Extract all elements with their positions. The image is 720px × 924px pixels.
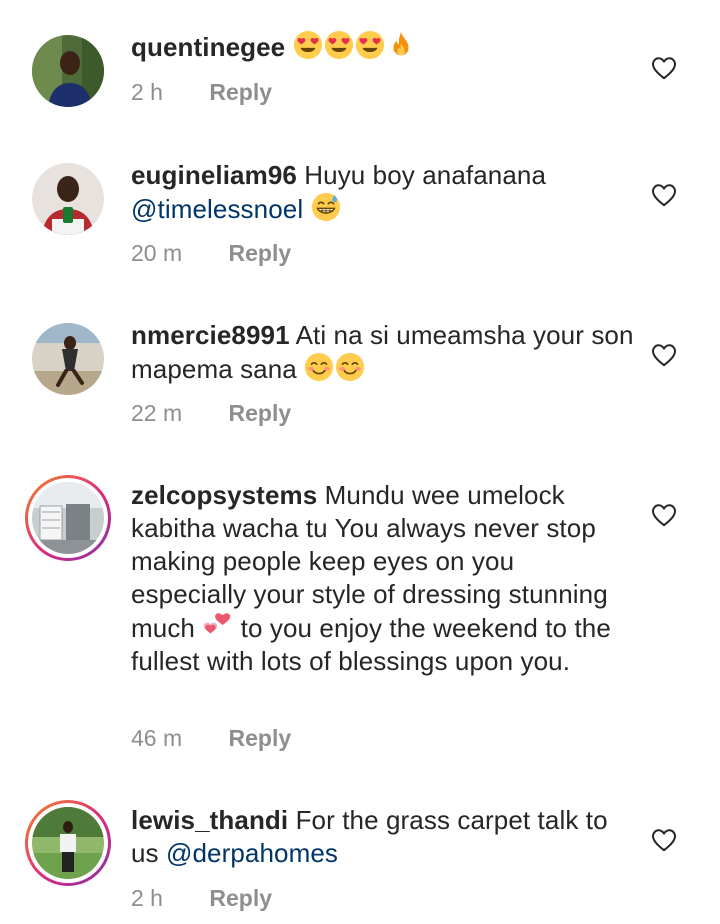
comment-username[interactable]: quentinegee xyxy=(131,32,285,62)
comment-time: 46 m xyxy=(131,725,183,751)
mention-link[interactable]: @derpahomes xyxy=(166,838,338,868)
like-heart-icon[interactable] xyxy=(651,503,677,527)
avatar-image xyxy=(32,323,104,395)
avatar[interactable] xyxy=(32,35,104,107)
comment-username[interactable]: eugineliam96 xyxy=(131,160,297,190)
comment-text: nmercie8991 Ati na si umeamsha your son … xyxy=(131,319,636,386)
comment-meta: 2 h Reply xyxy=(131,79,272,106)
avatar[interactable] xyxy=(32,323,104,395)
comment-text: eugineliam96 Huyu boy anafanana @timeles… xyxy=(131,159,636,226)
reply-button[interactable]: Reply xyxy=(209,79,272,106)
comment-body: Huyu boy anafanana xyxy=(304,160,547,190)
comment-text: quentinegee xyxy=(131,30,636,64)
comment-time: 2 h xyxy=(131,885,163,911)
avatar-image xyxy=(32,163,104,235)
comment-time: 22 m xyxy=(131,400,183,426)
comment-time: 2 h xyxy=(131,79,163,105)
avatar[interactable] xyxy=(32,163,104,235)
like-heart-icon[interactable] xyxy=(651,828,677,852)
heart-eyes-emoji-icon xyxy=(293,30,323,60)
blush-emoji-icon xyxy=(304,352,334,382)
two-hearts-emoji-icon xyxy=(202,611,232,641)
comment-time: 20 m xyxy=(131,240,183,266)
mention-link[interactable]: @timelessnoel xyxy=(131,194,303,224)
blush-emoji-icon xyxy=(335,352,365,382)
heart-eyes-emoji-icon xyxy=(324,30,354,60)
comment-username[interactable]: nmercie8991 xyxy=(131,320,290,350)
avatar xyxy=(28,478,108,558)
like-heart-icon[interactable] xyxy=(651,343,677,367)
comment-meta: 20 m Reply xyxy=(131,240,291,267)
like-heart-icon[interactable] xyxy=(651,56,677,80)
heart-eyes-emoji-icon xyxy=(355,30,385,60)
comment-meta: 46 m Reply xyxy=(131,725,291,752)
comment-username[interactable]: lewis_thandi xyxy=(131,805,288,835)
avatar-image xyxy=(32,482,104,554)
reply-button[interactable]: Reply xyxy=(209,885,272,912)
comment-meta: 2 h Reply xyxy=(131,885,272,912)
comment-meta: 22 m Reply xyxy=(131,400,291,427)
reply-button[interactable]: Reply xyxy=(229,725,292,752)
avatar-story-ring[interactable] xyxy=(25,475,111,561)
grin-sweat-emoji-icon xyxy=(311,192,341,222)
reply-button[interactable]: Reply xyxy=(229,400,292,427)
avatar-story-ring[interactable] xyxy=(25,800,111,886)
avatar-image xyxy=(32,35,104,107)
comment-username[interactable]: zelcopsystems xyxy=(131,480,317,510)
avatar xyxy=(28,803,108,883)
like-heart-icon[interactable] xyxy=(651,183,677,207)
comment-text: zelcopsystems Mundu wee umelock kabitha … xyxy=(131,479,636,678)
fire-emoji-icon xyxy=(386,30,416,60)
avatar-image xyxy=(32,807,104,879)
reply-button[interactable]: Reply xyxy=(229,240,292,267)
comment-text: lewis_thandi For the grass carpet talk t… xyxy=(131,804,636,870)
